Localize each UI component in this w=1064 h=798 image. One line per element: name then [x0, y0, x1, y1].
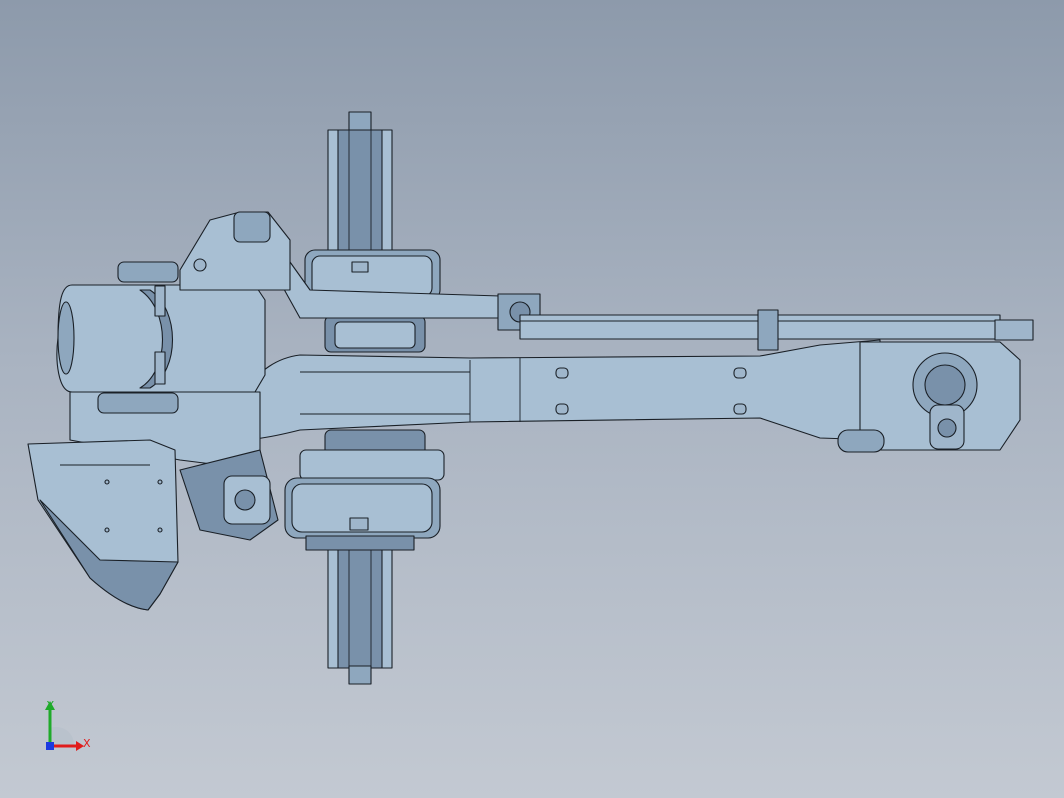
lower-hub[interactable]	[284, 429, 445, 551]
top-mount-bracket[interactable]	[117, 211, 291, 291]
right-end-bracket[interactable]	[837, 341, 1021, 453]
lower-shaft[interactable]	[327, 547, 393, 685]
upper-shaft[interactable]	[327, 111, 393, 253]
x-axis-label: X	[83, 737, 91, 750]
y-axis-label: Y	[47, 699, 54, 712]
motor-housing[interactable]	[56, 284, 266, 393]
graphics-viewport[interactable]: Y X	[0, 0, 1064, 798]
main-beam[interactable]	[219, 339, 881, 441]
cover-block[interactable]	[27, 439, 179, 611]
z-axis-marker-icon	[46, 742, 54, 750]
cad-assembly-model[interactable]	[0, 0, 1064, 798]
